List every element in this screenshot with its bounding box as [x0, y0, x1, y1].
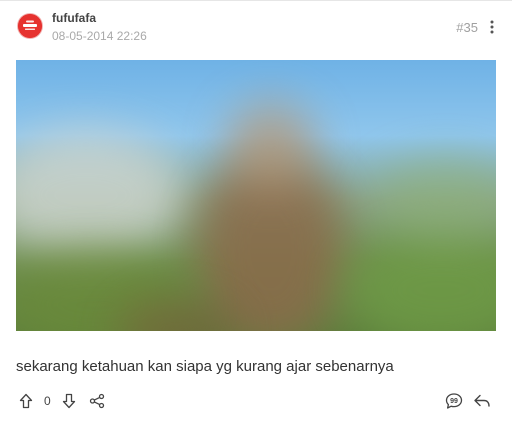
upvote-button[interactable]: [16, 391, 36, 411]
post-caption: sekarang ketahuan kan siapa yg kurang aj…: [16, 358, 394, 375]
reply-icon: [474, 394, 490, 407]
more-options-icon[interactable]: [486, 19, 498, 35]
vote-count: 0: [44, 394, 51, 408]
arrow-down-icon: [62, 393, 76, 409]
post-number[interactable]: #35: [456, 20, 478, 35]
reply-button[interactable]: [472, 391, 492, 411]
downvote-button[interactable]: [59, 391, 79, 411]
svg-text:99: 99: [450, 398, 458, 405]
share-icon: [89, 393, 105, 409]
arrow-up-icon: [19, 393, 33, 409]
post-header: fufufafa 08-05-2014 22:26 #35: [16, 11, 498, 45]
forum-post: fufufafa 08-05-2014 22:26 #35 sekarang k…: [0, 0, 512, 421]
avatar[interactable]: [18, 14, 42, 38]
post-actions: 0 99: [16, 389, 492, 413]
username[interactable]: fufufafa: [52, 11, 96, 25]
quote-icon: 99: [445, 393, 463, 409]
quote-button[interactable]: 99: [444, 391, 464, 411]
post-image[interactable]: [16, 60, 496, 331]
post-timestamp: 08-05-2014 22:26: [52, 29, 147, 43]
share-button[interactable]: [87, 391, 107, 411]
avatar-logo-icon: [18, 14, 42, 38]
